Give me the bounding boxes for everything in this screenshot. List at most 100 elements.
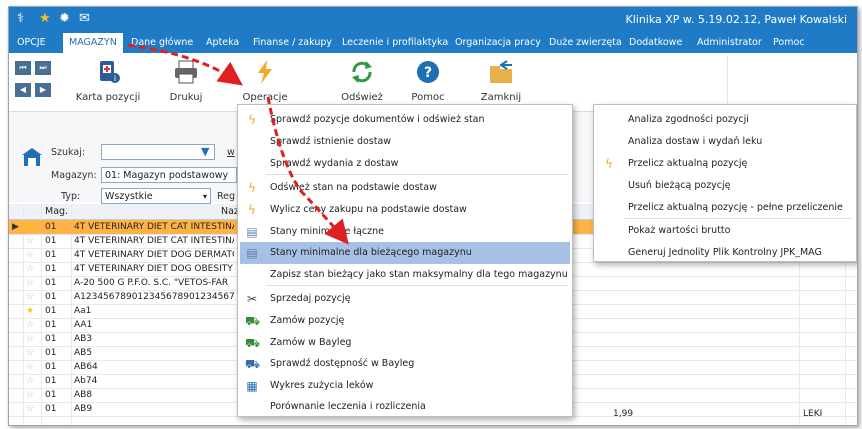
menu-magazyn[interactable]: MAGAZYN (63, 33, 123, 53)
menu-dodatkowe[interactable]: Dodatkowe (629, 33, 682, 53)
operacje-menu-item[interactable]: ⛟ Sprawdź dostępność w Bayleg (240, 353, 570, 375)
operacje-menu-item[interactable]: Sprawdź istnienie dostaw (240, 131, 570, 153)
operacje-menu-item[interactable]: ▤ Stany minimalne łączne (240, 221, 570, 243)
window-title: Klinika XP w. 5.19.02.12, Paweł Kowalski (625, 13, 848, 26)
favorite-star-icon[interactable]: ☆ (26, 374, 34, 388)
favorite-star-icon[interactable]: ☆ (26, 332, 34, 346)
favorite-star-icon[interactable]: ★ (26, 220, 34, 234)
operacje-menu-item[interactable]: Sprawdź wydania z dostaw (240, 153, 570, 175)
typ-select-value: Wszystkie (105, 191, 153, 202)
favorite-star-icon[interactable]: ☆ (26, 388, 34, 402)
ribbon-separator (727, 57, 728, 105)
favorite-star-icon[interactable]: ☆ (26, 262, 34, 276)
odswiez-label: Odśwież (341, 92, 383, 103)
magazyn-field[interactable]: 01: Magazyn podstawowy (101, 167, 237, 183)
operacje-menu-item[interactable]: ϟ Wylicz ceny zakupu na podstawie dostaw (240, 199, 570, 221)
search-in-label[interactable]: w (227, 147, 235, 158)
filter-funnel-icon[interactable]: ▼ (201, 145, 209, 158)
svg-text:i: i (114, 74, 116, 83)
menu-item-label: Sprawdź pozycje dokumentów i odśwież sta… (270, 114, 485, 125)
favorite-star-icon[interactable]: ☆ (26, 234, 34, 248)
settings-gear-icon[interactable]: ✹ (59, 11, 70, 26)
submenu-item-label: Przelicz aktualną pozycję (628, 158, 748, 169)
menu-item-label: Zamów pozycję (270, 315, 345, 326)
name-cell: Ab74 (74, 376, 98, 386)
prev-record-icon[interactable]: ◀ (15, 83, 31, 97)
mag-cell: 01 (45, 278, 57, 288)
app-logo-icon[interactable]: ⚕ (17, 11, 24, 26)
operacje-menu-item[interactable]: ⛟ Zamów w Bayleg (240, 332, 570, 354)
favorite-star-icon[interactable]: ☆ (26, 276, 34, 290)
menu-opcje[interactable]: OPCJE (17, 33, 46, 53)
submenu-item[interactable]: Usuń bieżącą pozycję (596, 175, 854, 197)
cart-check-icon: ⛟ (245, 357, 261, 371)
title-bar: ⚕ ★ ✹ ✉ Klinika XP w. 5.19.02.12, Paweł … (9, 7, 857, 33)
mag-cell: 01 (45, 292, 57, 302)
menu-item-label: Stany minimalne łączne (270, 226, 384, 237)
name-cell: 4T VETERINARY DIET CAT INTESTINAL (74, 236, 234, 246)
typ-select[interactable]: Wszystkie ▾ (101, 188, 211, 204)
zamknij-button[interactable]: Zamknij (473, 53, 529, 109)
operacje-menu-item[interactable]: ✂ Sprzedaj pozycję (240, 288, 570, 310)
drukuj-button[interactable]: Drukuj (157, 53, 215, 109)
menu-item-label: Zapisz stan bieżący jako stan maksymalny… (270, 269, 568, 280)
operacje-menu-item[interactable]: ϟ Odśwież stan na podstawie dostaw (240, 177, 570, 199)
lightning-icon: ϟ (248, 181, 256, 195)
operacje-menu-item[interactable]: ▦ Wykres zużycia leków (240, 375, 570, 397)
menu-separator (266, 285, 568, 286)
mag-cell: 01 (45, 222, 57, 232)
mail-icon[interactable]: ✉ (79, 11, 90, 26)
operacje-menu-item[interactable]: ⛟ Zamów pozycję (240, 310, 570, 332)
first-record-icon[interactable]: ⏮ (15, 61, 31, 75)
odswiez-button[interactable]: Odśwież (335, 53, 389, 109)
last-record-icon[interactable]: ⏭ (35, 61, 51, 75)
operacje-button[interactable]: Operacje (235, 53, 295, 109)
mag-cell: 01 (45, 236, 57, 246)
favorite-star-icon[interactable]: ☆ (26, 290, 34, 304)
karta-pozycji-button[interactable]: i Karta pozycji (73, 53, 143, 109)
favorite-star-icon[interactable]: ☆ (26, 318, 34, 332)
menu-organizacja[interactable]: Organizacja pracy (455, 33, 541, 53)
favorites-star-icon[interactable]: ★ (39, 11, 51, 26)
column-header-mag[interactable]: Mag. (45, 204, 68, 219)
menu-pomoc[interactable]: Pomoc (773, 33, 805, 53)
search-input[interactable] (101, 144, 215, 160)
operacje-label: Operacje (242, 92, 288, 103)
submenu-item[interactable]: Analiza dostaw i wydań leku (596, 131, 854, 153)
submenu-item-label: Przelicz aktualną pozycję - pełne przeli… (628, 202, 843, 213)
mag-cell: 01 (45, 376, 57, 386)
menu-item-label: Sprawdź wydania z dostaw (270, 158, 399, 169)
favorite-star-icon[interactable]: ★ (26, 304, 34, 318)
mag-cell: 01 (45, 362, 57, 372)
operacje-menu-item[interactable]: Zapisz stan bieżący jako stan maksymalny… (240, 264, 570, 286)
operacje-menu-item[interactable]: ▤ Stany minimalne dla bieżącego magazynu (240, 242, 570, 264)
operacje-menu-item[interactable]: Porównanie leczenia i rozliczenia (240, 396, 570, 418)
favorite-star-icon[interactable]: ☆ (26, 248, 34, 262)
next-record-icon[interactable]: ▶ (35, 83, 51, 97)
refresh-icon (352, 61, 372, 83)
menu-dane-glowne[interactable]: Dane główne (131, 33, 193, 53)
menu-apteka[interactable]: Apteka (206, 33, 239, 53)
menu-finanse[interactable]: Finanse / zakupy (253, 33, 332, 53)
submenu-item[interactable]: ϟ Przelicz aktualną pozycję (596, 153, 854, 175)
favorite-star-icon[interactable]: ☆ (26, 346, 34, 360)
menu-item-label: Zamów w Bayleg (270, 337, 352, 348)
menu-administrator[interactable]: Administrator (697, 33, 762, 53)
menu-item-label: Stany minimalne dla bieżącego magazynu (270, 247, 472, 258)
submenu-item[interactable]: Przelicz aktualną pozycję - pełne przeli… (596, 197, 854, 219)
menu-duze-zwierzeta[interactable]: Duże zwierzęta (549, 33, 622, 53)
mag-cell: 01 (45, 306, 57, 316)
magazyn-label: Magazyn: (51, 170, 97, 181)
favorite-star-icon[interactable]: ☆ (26, 360, 34, 374)
menu-item-label: Wylicz ceny zakupu na podstawie dostaw (270, 204, 467, 215)
submenu-item[interactable]: Generuj Jednolity Plik Kontrolny JPK_MAG (596, 242, 854, 264)
menu-item-label: Porównanie leczenia i rozliczenia (270, 401, 426, 412)
pomoc-button[interactable]: ? Pomoc (403, 53, 453, 109)
menu-leczenie[interactable]: Leczenie i profilaktyka (342, 33, 448, 53)
vat-cell: 1,99 (613, 409, 634, 419)
submenu-item[interactable]: Pokaż wartości brutto (596, 220, 854, 242)
close-box-icon (490, 60, 512, 83)
submenu-item[interactable]: Analiza zgodności pozycji (596, 109, 854, 131)
submenu-item-label: Usuń bieżącą pozycję (628, 180, 731, 191)
operacje-menu-item[interactable]: ϟ Sprawdź pozycje dokumentów i odśwież st… (240, 109, 570, 131)
